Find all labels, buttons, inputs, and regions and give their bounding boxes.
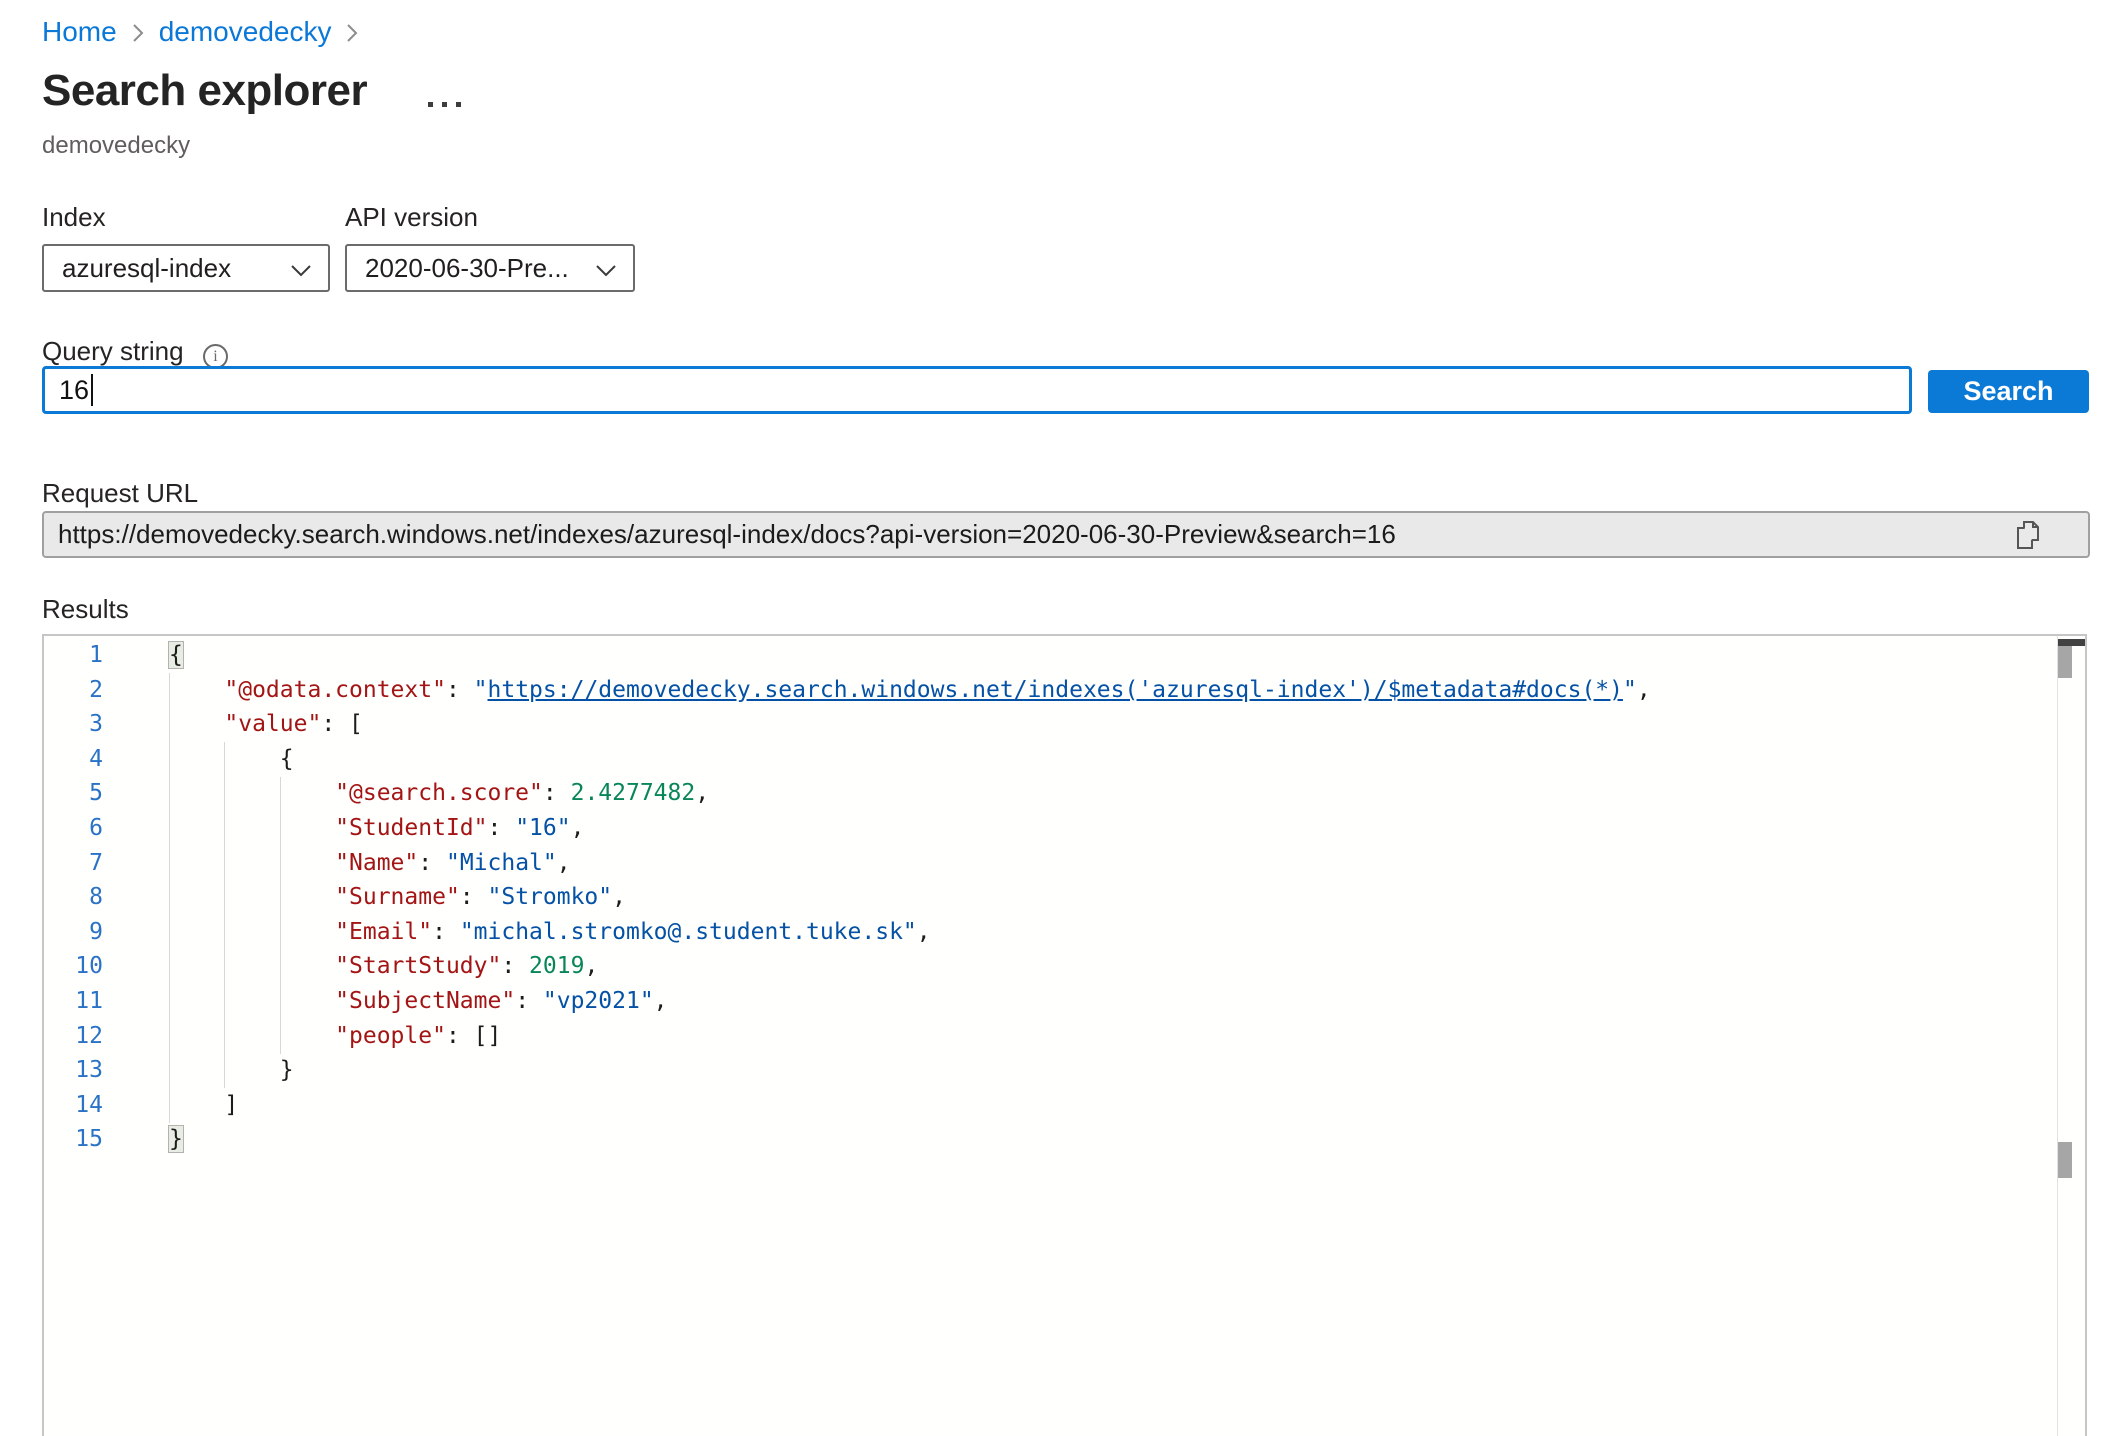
code-line: 6 "StudentId": "16", [44,811,2085,846]
results-editor[interactable]: 1{2 "@odata.context": "https://demovedec… [42,634,2087,1436]
code-line: 5 "@search.score": 2.4277482, [44,776,2085,811]
line-number: 13 [44,1053,103,1088]
api-version-label: API version [345,202,478,233]
code-line: 8 "Surname": "Stromko", [44,880,2085,915]
query-string-value: 16 [59,375,89,406]
copy-icon[interactable] [2012,519,2044,551]
breadcrumb-service-link[interactable]: demovedecky [159,16,332,48]
text-cursor [91,374,93,406]
line-number: 5 [44,776,103,811]
query-string-input[interactable]: 16 [42,366,1912,414]
line-number: 9 [44,915,103,950]
code-line: 9 "Email": "michal.stromko@.student.tuke… [44,915,2085,950]
chevron-right-icon [131,22,145,44]
line-number: 8 [44,880,103,915]
breadcrumb: Home demovedecky [42,16,359,48]
index-label: Index [42,202,106,233]
line-number: 12 [44,1019,103,1054]
indent-guide [169,673,170,1123]
code-line: 12 "people": [] [44,1019,2085,1054]
code-line: 13 } [44,1053,2085,1088]
code-line: 14 ] [44,1088,2085,1123]
code-line: 10 "StartStudy": 2019, [44,949,2085,984]
more-options-icon[interactable] [424,98,465,111]
index-dropdown[interactable]: azuresql-index [42,244,330,292]
breadcrumb-home-link[interactable]: Home [42,16,117,48]
page-subtitle: demovedecky [42,132,190,160]
indent-guide [224,742,225,1088]
code-lines: 1{2 "@odata.context": "https://demovedec… [44,638,2085,1157]
code-line: 7 "Name": "Michal", [44,846,2085,881]
page-title: Search explorer [42,66,367,116]
code-line: 15} [44,1122,2085,1157]
code-line: 2 "@odata.context": "https://demovedecky… [44,673,2085,708]
index-dropdown-value: azuresql-index [62,253,231,284]
code-line: 3 "value": [ [44,707,2085,742]
search-explorer-page: Home demovedecky Search explorer demoved… [0,0,2102,1436]
query-string-label: Query string [42,336,184,367]
line-number: 7 [44,846,103,881]
line-number: 6 [44,811,103,846]
line-number: 2 [44,673,103,708]
line-number: 3 [44,707,103,742]
request-url-label: Request URL [42,478,198,509]
line-number: 10 [44,949,103,984]
line-number: 1 [44,638,103,673]
code-line: 1{ [44,638,2085,673]
ruler-bracket-mark [2058,646,2072,678]
line-number: 14 [44,1088,103,1123]
chevron-right-icon [345,22,359,44]
search-button[interactable]: Search [1928,370,2089,413]
ruler-bracket-mark [2058,1142,2072,1178]
api-version-dropdown-value: 2020-06-30-Pre... [365,253,569,284]
line-number: 4 [44,742,103,777]
chevron-down-icon [595,253,617,284]
indent-guide [280,777,281,1054]
results-label: Results [42,594,129,625]
api-version-dropdown[interactable]: 2020-06-30-Pre... [345,244,635,292]
code-line: 11 "SubjectName": "vp2021", [44,984,2085,1019]
line-number: 11 [44,984,103,1019]
ruler-cursor-mark [2058,639,2085,646]
code-line: 4 { [44,742,2085,777]
request-url-field[interactable]: https://demovedecky.search.windows.net/i… [42,511,2090,558]
request-url-value: https://demovedecky.search.windows.net/i… [58,519,1396,550]
line-number: 15 [44,1122,103,1157]
chevron-down-icon [290,253,312,284]
overview-ruler[interactable] [2057,636,2085,1436]
